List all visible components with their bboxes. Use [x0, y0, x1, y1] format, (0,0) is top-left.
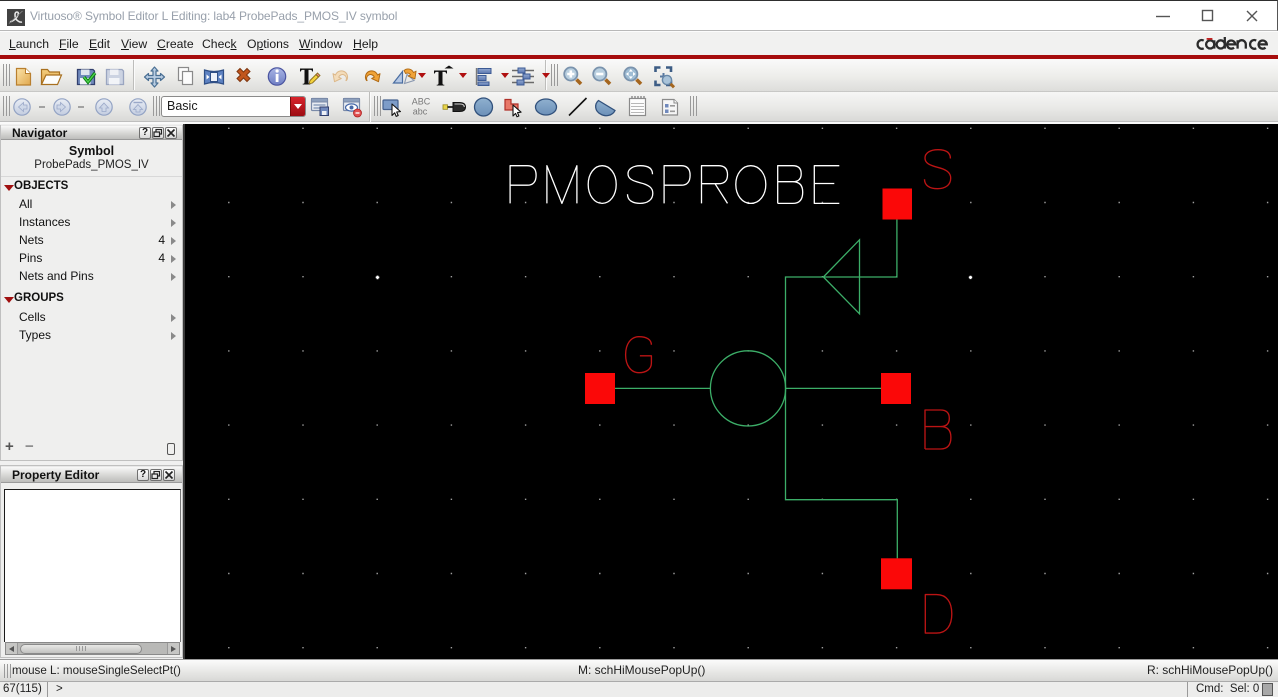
svg-text:ABC: ABC [412, 97, 431, 107]
svg-text:abc: abc [413, 107, 428, 117]
